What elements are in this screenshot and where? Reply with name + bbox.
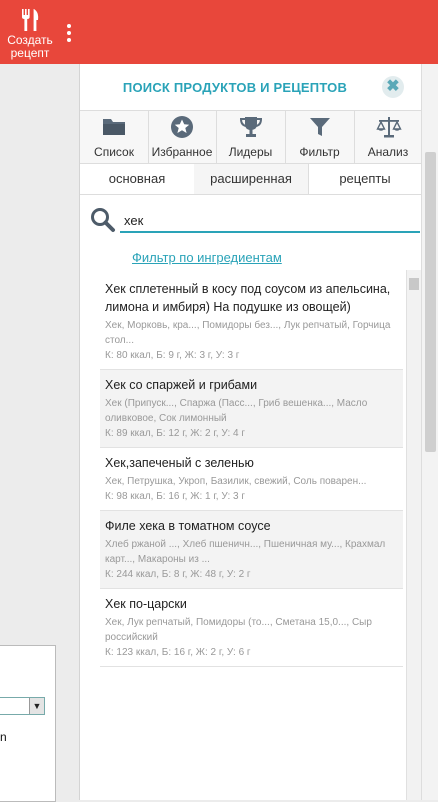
tab-label: Список xyxy=(94,145,134,159)
more-menu-icon[interactable] xyxy=(64,24,74,44)
tool-tabs: Список Избранное Лидеры Фильтр Анализ xyxy=(80,111,422,164)
list-item[interactable]: Хек по-царски Хек, Лук репчатый, Помидор… xyxy=(100,589,403,667)
left-partial-card xyxy=(0,645,56,802)
recipe-ingredients: Хек, Петрушка, Укроп, Базилик, свежий, С… xyxy=(105,476,367,487)
search-mode-tabs: основная расширенная рецепты xyxy=(80,164,422,195)
trophy-icon xyxy=(239,117,262,137)
subtab-advanced[interactable]: расширенная xyxy=(194,164,309,194)
recipe-title: Хек сплетенный в косу под соусом из апел… xyxy=(105,282,391,314)
fork-knife-icon xyxy=(22,9,39,31)
list-item[interactable]: Хек со спаржей и грибами Хек (Припуск...… xyxy=(100,370,403,448)
recipe-nutrition: К: 98 ккал, Б: 16 г, Ж: 1 г, У: 3 г xyxy=(105,491,245,502)
recipe-ingredients: Хек, Лук репчатый, Помидоры (то..., Смет… xyxy=(105,617,372,643)
tab-list[interactable]: Список xyxy=(80,111,149,163)
star-icon xyxy=(171,116,193,138)
results-scrollbar-thumb[interactable] xyxy=(409,278,419,290)
recipe-title: Филе хека в томатном соусе xyxy=(105,519,271,533)
tab-leaders[interactable]: Лидеры xyxy=(216,111,286,163)
funnel-icon xyxy=(309,118,330,136)
recipe-title: Хек по-царски xyxy=(105,597,187,611)
recipe-ingredients: Хлеб ржаной ..., Хлеб пшеничн..., Пшенич… xyxy=(105,539,386,565)
recipe-title: Хек,запеченый с зеленью xyxy=(105,456,254,470)
tab-label: Анализ xyxy=(367,145,409,159)
subtab-recipes[interactable]: рецепты xyxy=(308,164,422,194)
subtab-basic[interactable]: основная xyxy=(80,164,195,194)
folder-icon xyxy=(103,119,125,135)
dropdown-arrow-icon[interactable]: ▼ xyxy=(29,698,44,714)
list-item[interactable]: Хек сплетенный в косу под соусом из апел… xyxy=(100,274,403,370)
results-scrollbar[interactable] xyxy=(406,270,421,800)
recipe-ingredients: Хек, Морковь, кра..., Помидоры без..., Л… xyxy=(105,320,391,346)
left-partial-select[interactable]: ▼ xyxy=(0,697,45,715)
panel-header: ПОИСК ПРОДУКТОВ И РЕЦЕПТОВ ✖ xyxy=(80,64,422,111)
tab-favorites[interactable]: Избранное xyxy=(148,111,217,163)
create-recipe-button[interactable]: Создать рецепт xyxy=(0,0,60,64)
recipe-nutrition: К: 123 ккал, Б: 16 г, Ж: 2 г, У: 6 г xyxy=(105,647,251,658)
recipe-nutrition: К: 89 ккал, Б: 12 г, Ж: 2 г, У: 4 г xyxy=(105,428,245,439)
tab-label: Избранное xyxy=(151,145,213,159)
tab-label: Лидеры xyxy=(228,145,273,159)
left-partial-text: n xyxy=(0,730,7,744)
search-input[interactable] xyxy=(120,209,420,233)
ingredient-filter-link[interactable]: Фильтр по ингредиентам xyxy=(132,250,282,265)
recipe-nutrition: К: 80 ккал, Б: 9 г, Ж: 3 г, У: 3 г xyxy=(105,350,240,361)
top-toolbar: Создать рецепт xyxy=(0,0,438,64)
panel-title: ПОИСК ПРОДУКТОВ И РЕЦЕПТОВ xyxy=(122,80,348,95)
results-list: Хек сплетенный в косу под соусом из апел… xyxy=(100,274,403,667)
search-panel: ПОИСК ПРОДУКТОВ И РЕЦЕПТОВ ✖ Список Избр… xyxy=(79,64,422,800)
list-item[interactable]: Филе хека в томатном соусе Хлеб ржаной .… xyxy=(100,511,403,589)
tab-filter[interactable]: Фильтр xyxy=(285,111,355,163)
scales-icon xyxy=(376,117,402,138)
page-scrollbar[interactable] xyxy=(421,64,438,800)
tab-label: Фильтр xyxy=(299,145,340,159)
tab-analysis[interactable]: Анализ xyxy=(354,111,422,163)
page-scrollbar-thumb[interactable] xyxy=(425,152,436,452)
create-recipe-label: Создать рецепт xyxy=(7,33,53,60)
recipe-ingredients: Хек (Припуск..., Спаржа (Пасс..., Гриб в… xyxy=(105,398,368,424)
search-icon xyxy=(91,208,115,232)
recipe-title: Хек со спаржей и грибами xyxy=(105,378,258,392)
list-item[interactable]: Хек,запеченый с зеленью Хек, Петрушка, У… xyxy=(100,448,403,511)
close-button[interactable]: ✖ xyxy=(382,76,404,98)
recipe-nutrition: К: 244 ккал, Б: 8 г, Ж: 48 г, У: 2 г xyxy=(105,569,251,580)
